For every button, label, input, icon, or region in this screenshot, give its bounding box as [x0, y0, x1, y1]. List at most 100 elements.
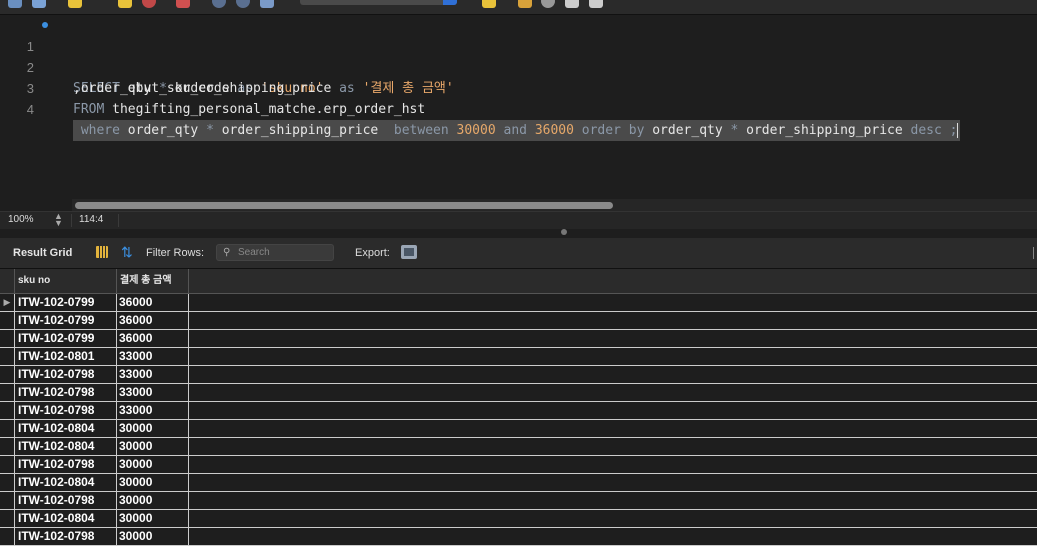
- cell-sku-no[interactable]: ITW-102-0798: [15, 492, 117, 509]
- sql-editor[interactable]: 1 SELECT ebut_sku_code as 'sku no' 2 ,or…: [0, 15, 1037, 210]
- row-marker[interactable]: [0, 402, 15, 419]
- beautify-icon[interactable]: [482, 0, 496, 8]
- cursor-position: 114:4: [79, 214, 104, 225]
- table-row[interactable]: ITW-102-0798 33000: [0, 384, 1037, 402]
- cell-sku-no[interactable]: ITW-102-0804: [15, 474, 117, 491]
- table-row[interactable]: ITW-102-0798 33000: [0, 366, 1037, 384]
- cell-sku-no[interactable]: ITW-102-0799: [15, 330, 117, 347]
- cell-sku-no[interactable]: ITW-102-0798: [15, 456, 117, 473]
- row-marker[interactable]: [0, 312, 15, 329]
- column-header-total-amount[interactable]: 결제 총 금액: [117, 269, 189, 293]
- cell-total-amount[interactable]: 33000: [117, 366, 189, 383]
- cell-sku-no[interactable]: ITW-102-0798: [15, 366, 117, 383]
- cell-total-amount[interactable]: 30000: [117, 456, 189, 473]
- editor-status-bar: 100% ▲ ▼ 114:4: [0, 211, 1037, 230]
- toggle-icon[interactable]: [176, 0, 190, 8]
- invisible-chars-icon[interactable]: [565, 0, 579, 8]
- pane-splitter[interactable]: [0, 229, 1037, 237]
- grid-view-icon[interactable]: [96, 246, 108, 258]
- table-row[interactable]: ITW-102-0799 36000: [0, 312, 1037, 330]
- splitter-handle-icon[interactable]: [561, 229, 567, 235]
- table-row[interactable]: ITW-102-0799 36000: [0, 330, 1037, 348]
- cell-sku-no[interactable]: ITW-102-0799: [15, 294, 117, 311]
- table-row[interactable]: ITW-102-0798 30000: [0, 456, 1037, 474]
- cell-total-amount[interactable]: 30000: [117, 420, 189, 437]
- cell-sku-no[interactable]: ITW-102-0798: [15, 402, 117, 419]
- new-tab-icon[interactable]: [8, 0, 22, 8]
- code-token: *: [206, 123, 214, 138]
- cell-total-amount[interactable]: 36000: [117, 294, 189, 311]
- row-marker[interactable]: [0, 366, 15, 383]
- cell-sku-no[interactable]: ITW-102-0798: [15, 528, 117, 545]
- current-row-arrow-icon[interactable]: ▶: [0, 294, 15, 311]
- cell-total-amount[interactable]: 30000: [117, 510, 189, 527]
- find-icon[interactable]: [541, 0, 555, 8]
- cell-total-amount[interactable]: 30000: [117, 474, 189, 491]
- code-token: order_qty: [119, 123, 207, 138]
- wrap-icon[interactable]: [589, 0, 603, 8]
- limit-rows-select[interactable]: [300, 0, 457, 5]
- cell-sku-no[interactable]: ITW-102-0799: [15, 312, 117, 329]
- execute-icon[interactable]: [68, 0, 82, 8]
- main-toolbar: [0, 0, 1037, 15]
- cell-total-amount[interactable]: 36000: [117, 312, 189, 329]
- table-row[interactable]: ITW-102-0801 33000: [0, 348, 1037, 366]
- result-grid-title[interactable]: Result Grid: [13, 247, 72, 259]
- cell-total-amount[interactable]: 36000: [117, 330, 189, 347]
- column-header-sku-no[interactable]: sku no: [15, 269, 117, 293]
- table-row[interactable]: ITW-102-0798 30000: [0, 528, 1037, 546]
- panel-toggle-icon[interactable]: [1033, 247, 1037, 259]
- editor-line: 3 FROM thegifting_personal_matche.erp_or…: [0, 57, 1037, 117]
- row-marker[interactable]: [0, 330, 15, 347]
- table-row[interactable]: ITW-102-0804 30000: [0, 474, 1037, 492]
- bookmark-icon[interactable]: [518, 0, 532, 8]
- code-token: order_shipping_price: [213, 123, 394, 138]
- cell-total-amount[interactable]: 33000: [117, 348, 189, 365]
- rollback-icon[interactable]: [236, 0, 250, 8]
- cell-sku-no[interactable]: ITW-102-0804: [15, 420, 117, 437]
- zoom-stepper-icon[interactable]: ▲ ▼: [54, 212, 63, 228]
- cell-sku-no[interactable]: ITW-102-0801: [15, 348, 117, 365]
- row-marker[interactable]: [0, 456, 15, 473]
- stop-icon[interactable]: [142, 0, 156, 8]
- line-number: 4: [26, 102, 34, 117]
- row-marker[interactable]: [0, 384, 15, 401]
- cell-total-amount[interactable]: 30000: [117, 528, 189, 545]
- row-marker[interactable]: [0, 420, 15, 437]
- export-label: Export:: [355, 247, 390, 259]
- result-grid[interactable]: sku no 결제 총 금액 ▶ ITW-102-0799 36000 ITW-102…: [0, 269, 1037, 546]
- table-row[interactable]: ▶ ITW-102-0799 36000: [0, 294, 1037, 312]
- search-placeholder: Search: [238, 247, 270, 258]
- scrollbar-thumb[interactable]: [75, 202, 613, 209]
- table-row[interactable]: ITW-102-0798 30000: [0, 492, 1037, 510]
- cell-sku-no[interactable]: ITW-102-0804: [15, 438, 117, 455]
- table-row[interactable]: ITW-102-0804 30000: [0, 510, 1037, 528]
- editor-horizontal-scrollbar[interactable]: [72, 199, 1037, 211]
- cell-sku-no[interactable]: ITW-102-0804: [15, 510, 117, 527]
- table-row[interactable]: ITW-102-0804 30000: [0, 438, 1037, 456]
- export-icon[interactable]: [401, 245, 417, 259]
- commit-icon[interactable]: [212, 0, 226, 8]
- row-marker[interactable]: [0, 438, 15, 455]
- editor-line: 4 where order_qty * order_shipping_price…: [0, 78, 1037, 141]
- row-marker[interactable]: [0, 492, 15, 509]
- cell-total-amount[interactable]: 33000: [117, 384, 189, 401]
- table-row[interactable]: ITW-102-0798 33000: [0, 402, 1037, 420]
- table-row[interactable]: ITW-102-0804 30000: [0, 420, 1037, 438]
- execute-current-icon[interactable]: [118, 0, 132, 8]
- cell-sku-no[interactable]: ITW-102-0798: [15, 384, 117, 401]
- refresh-icon[interactable]: ⇅: [121, 244, 133, 261]
- cell-total-amount[interactable]: 33000: [117, 402, 189, 419]
- filter-search-input[interactable]: ⚲ Search: [216, 244, 334, 261]
- row-marker[interactable]: [0, 528, 15, 545]
- row-marker[interactable]: [0, 348, 15, 365]
- row-marker[interactable]: [0, 510, 15, 527]
- cell-total-amount[interactable]: 30000: [117, 438, 189, 455]
- autocommit-icon[interactable]: [260, 0, 274, 8]
- save-icon[interactable]: [32, 0, 46, 8]
- row-marker[interactable]: [0, 474, 15, 491]
- cell-total-amount[interactable]: 30000: [117, 492, 189, 509]
- zoom-level[interactable]: 100%: [8, 214, 34, 225]
